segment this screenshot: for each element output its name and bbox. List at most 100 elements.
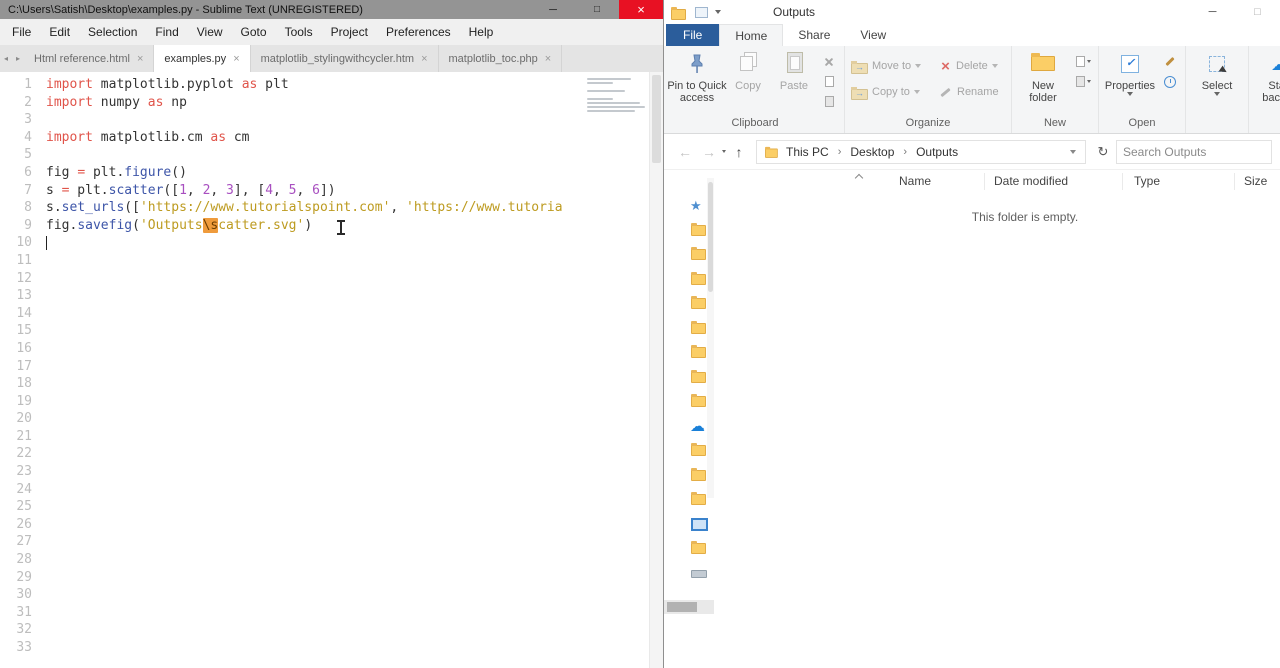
code-line[interactable]	[46, 270, 663, 288]
column-header-name[interactable]: Name	[899, 174, 931, 188]
new-folder-button[interactable]: New folder	[1015, 49, 1071, 104]
monitor-icon[interactable]	[690, 516, 708, 531]
delete-button[interactable]: × Delete	[936, 55, 1008, 77]
tab-close-icon[interactable]	[137, 53, 143, 65]
move-to-button[interactable]: → Move to	[848, 55, 936, 77]
tab-html-reference[interactable]: Html reference.html	[24, 45, 155, 72]
code-line[interactable]	[46, 569, 663, 587]
code-line[interactable]	[46, 410, 663, 428]
menu-preferences[interactable]: Preferences	[377, 19, 460, 45]
code-line[interactable]	[46, 551, 663, 569]
folder-icon[interactable]	[690, 344, 706, 359]
code-line[interactable]	[46, 516, 663, 534]
menu-help[interactable]: Help	[460, 19, 503, 45]
code-line[interactable]: import numpy as np	[46, 94, 663, 112]
code-line[interactable]	[46, 428, 663, 446]
menu-tools[interactable]: Tools	[276, 19, 322, 45]
code-line[interactable]	[46, 146, 663, 164]
folder-icon[interactable]	[690, 222, 706, 237]
tab-matplotlib-stylingwithcycler[interactable]: matplotlib_stylingwithcycler.htm	[251, 45, 439, 72]
code-line[interactable]	[46, 586, 663, 604]
search-input[interactable]	[1116, 139, 1272, 164]
code-line[interactable]: fig.savefig('Outputs\scatter.svg')	[46, 217, 663, 235]
minimize-button[interactable]	[531, 0, 575, 19]
tab-home[interactable]: Home	[719, 24, 784, 46]
navigation-pane[interactable]	[664, 170, 714, 668]
properties-button[interactable]: Properties	[1102, 49, 1158, 96]
code-line[interactable]	[46, 639, 663, 657]
tab-share[interactable]: Share	[783, 24, 845, 46]
minimize-button[interactable]	[1190, 6, 1235, 18]
tab-examples-py[interactable]: examples.py	[154, 45, 251, 72]
select-button[interactable]: Select	[1189, 49, 1245, 96]
code-line[interactable]: import matplotlib.pyplot as plt	[46, 76, 663, 94]
rename-button[interactable]: Rename	[936, 81, 1008, 103]
tab-close-icon[interactable]	[421, 53, 427, 65]
folder-icon[interactable]	[690, 320, 706, 335]
code-line[interactable]	[46, 287, 663, 305]
tab-scroll-right-icon[interactable]	[12, 45, 24, 72]
address-bar[interactable]: This PC Desktop Outputs	[756, 139, 1086, 164]
code-line[interactable]: s.set_urls(['https://www.tutorialspoint.…	[46, 199, 663, 217]
cut-button[interactable]	[819, 54, 839, 69]
code-line[interactable]: fig = plt.figure()	[46, 164, 663, 182]
code-line[interactable]: s = plt.scatter([1, 2, 3], [4, 5, 6])	[46, 182, 663, 200]
chevron-right-icon[interactable]	[896, 146, 914, 158]
menu-goto[interactable]: Goto	[232, 19, 276, 45]
code-line[interactable]	[46, 445, 663, 463]
menu-edit[interactable]: Edit	[40, 19, 79, 45]
editor[interactable]: 1 2 3 4 5 6 7 8 9 10 11 12 13 14 15 16 17 18 19 20 21 22 23 24 2…	[0, 72, 663, 668]
quick-access-toolbar-icon[interactable]	[695, 6, 708, 18]
code-line[interactable]	[46, 322, 663, 340]
back-icon[interactable]	[674, 144, 696, 160]
tab-file[interactable]: File	[666, 24, 720, 46]
column-divider[interactable]	[1234, 173, 1235, 190]
code-line[interactable]	[46, 305, 663, 323]
breadcrumb-outputs[interactable]: Outputs	[914, 145, 960, 159]
paste-shortcut-button[interactable]	[819, 94, 839, 109]
column-header-type[interactable]: Type	[1134, 174, 1160, 188]
copy-to-button[interactable]: → Copy to	[848, 81, 936, 103]
folder-icon[interactable]	[690, 295, 706, 310]
folder-icon[interactable]	[690, 393, 706, 408]
breadcrumb-desktop[interactable]: Desktop	[848, 145, 896, 159]
new-item-button[interactable]	[1073, 54, 1093, 69]
code-area[interactable]: import matplotlib.pyplot as plt import nu…	[44, 72, 663, 668]
breadcrumb-this-pc[interactable]: This PC	[784, 145, 831, 159]
tab-matplotlib-toc[interactable]: matplotlib_toc.php	[439, 45, 563, 72]
menu-selection[interactable]: Selection	[79, 19, 146, 45]
tab-close-icon[interactable]	[233, 53, 239, 65]
folder-icon[interactable]	[690, 369, 706, 384]
chevron-right-icon[interactable]	[831, 146, 849, 158]
code-line[interactable]	[46, 533, 663, 551]
code-line[interactable]	[46, 393, 663, 411]
copy-path-button[interactable]	[819, 74, 839, 89]
address-dropdown-icon[interactable]	[1070, 149, 1076, 154]
folder-icon[interactable]	[690, 246, 706, 261]
folder-icon[interactable]	[690, 540, 706, 555]
code-line[interactable]	[46, 358, 663, 376]
file-list-pane[interactable]: Name Date modified Type Size This folder…	[714, 170, 1280, 668]
code-line[interactable]	[46, 234, 663, 252]
qat-chevron-down-icon[interactable]	[715, 10, 721, 14]
copy-button[interactable]: Copy	[725, 49, 771, 92]
menu-view[interactable]: View	[188, 19, 232, 45]
code-line[interactable]	[46, 498, 663, 516]
menu-project[interactable]: Project	[322, 19, 377, 45]
column-header-size[interactable]: Size	[1244, 174, 1267, 188]
column-divider[interactable]	[1122, 173, 1123, 190]
scrollbar-thumb[interactable]	[708, 182, 713, 292]
navigation-pane-scrollbar[interactable]	[707, 178, 714, 498]
code-line[interactable]	[46, 340, 663, 358]
forward-icon[interactable]	[698, 144, 720, 160]
minimap[interactable]	[585, 72, 649, 668]
tab-close-icon[interactable]	[545, 53, 551, 65]
close-button[interactable]	[619, 0, 663, 19]
navigation-pane-hscrollbar[interactable]	[664, 600, 714, 614]
folder-icon[interactable]	[690, 491, 706, 506]
column-header-date-modified[interactable]: Date modified	[994, 174, 1068, 188]
code-line[interactable]	[46, 111, 663, 129]
code-line[interactable]	[46, 463, 663, 481]
star-icon[interactable]	[690, 197, 706, 212]
code-line[interactable]: import matplotlib.cm as cm	[46, 129, 663, 147]
